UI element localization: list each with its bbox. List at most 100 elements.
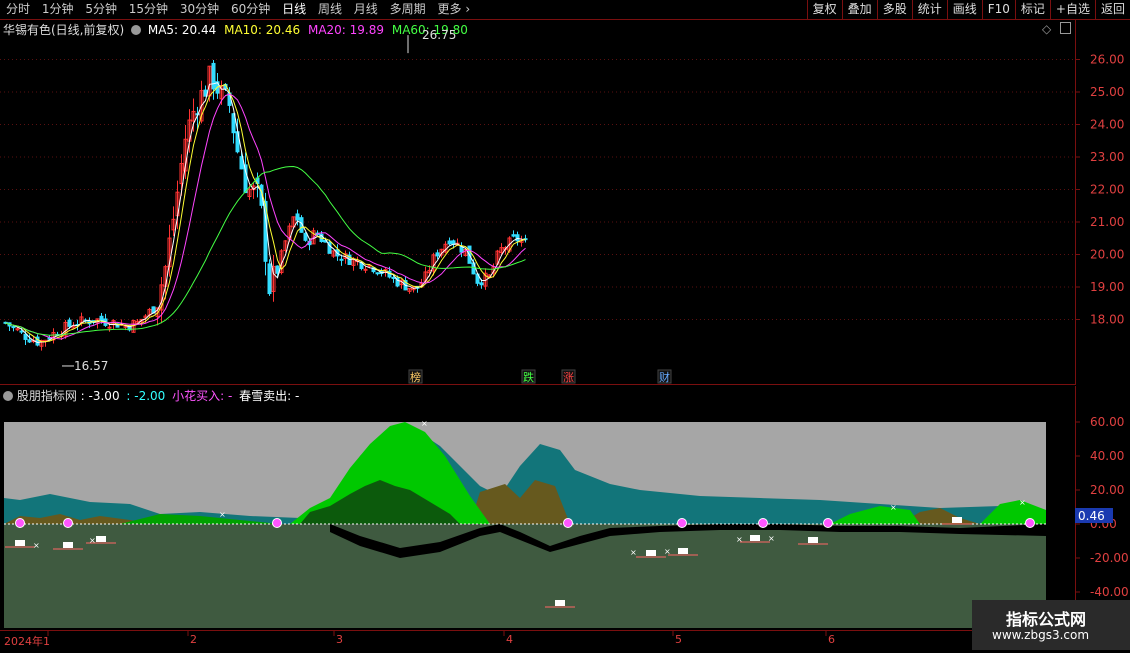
price-panel: 26.00 25.00 24.00 23.00 22.00 21.00 20.00 19.00… bbox=[0, 20, 1130, 385]
x-marker: × bbox=[219, 510, 226, 519]
candle-body bbox=[99, 315, 104, 322]
indicator-axis-label: 60.00 bbox=[1090, 415, 1124, 429]
indicator-axis-label: 20.00 bbox=[1090, 483, 1124, 497]
x-marker: × bbox=[768, 534, 775, 543]
sell-block-marker bbox=[750, 535, 760, 541]
tab-weekly[interactable]: 周线 bbox=[318, 1, 342, 18]
buy-flower-marker bbox=[823, 518, 833, 528]
candle-body bbox=[23, 333, 28, 340]
buy-flower-marker bbox=[272, 518, 282, 528]
x-marker: × bbox=[89, 536, 96, 545]
candle-body bbox=[27, 339, 32, 343]
buy-flower-marker bbox=[758, 518, 768, 528]
candle-body bbox=[375, 272, 380, 275]
x-marker: × bbox=[630, 548, 637, 557]
x-marker: × bbox=[1019, 498, 1026, 507]
high-price-label: 26.75 bbox=[422, 28, 456, 42]
x-marker: × bbox=[33, 541, 40, 550]
timeframe-tabs: 分时 1分钟 5分钟 15分钟 30分钟 60分钟 日线 周线 月线 多周期 更… bbox=[6, 1, 478, 18]
x-marker: × bbox=[664, 547, 671, 556]
x-marker: × bbox=[890, 503, 897, 512]
price-axis-label: 22.00 bbox=[1090, 183, 1124, 197]
tab-15min[interactable]: 15分钟 bbox=[129, 1, 168, 18]
price-axis-label: 25.00 bbox=[1090, 85, 1124, 99]
tab-daily[interactable]: 日线 bbox=[282, 1, 306, 18]
candle-body bbox=[275, 265, 280, 274]
tab-1min[interactable]: 1分钟 bbox=[42, 1, 74, 18]
indicator-panel: × × × × × × × × × × 60.00 40.00 20.00 0.00 -20.00 -40.0… bbox=[0, 386, 1130, 630]
date-label-jun: 6 bbox=[828, 633, 835, 646]
tab-60min[interactable]: 60分钟 bbox=[231, 1, 270, 18]
event-tag-3: 财 bbox=[659, 370, 670, 384]
tab-more-label: 更多 bbox=[437, 2, 462, 16]
x-marker: × bbox=[736, 535, 743, 544]
sell-block-marker bbox=[96, 536, 106, 542]
candle-body bbox=[19, 330, 24, 333]
sell-block-marker bbox=[63, 542, 73, 548]
tab-5min[interactable]: 5分钟 bbox=[85, 1, 117, 18]
tab-fenshi[interactable]: 分时 bbox=[6, 1, 30, 18]
sell-block-marker bbox=[678, 548, 688, 554]
candle-body bbox=[267, 263, 272, 295]
buy-flower-marker bbox=[1025, 518, 1035, 528]
indicator-axis-label: -20.00 bbox=[1090, 551, 1129, 565]
buy-flower-marker bbox=[563, 518, 573, 528]
candle-body bbox=[363, 268, 368, 271]
stats-button[interactable]: 统计 bbox=[911, 0, 947, 19]
sell-block-marker bbox=[555, 600, 565, 606]
candle-body bbox=[67, 319, 72, 327]
candle-body bbox=[447, 240, 452, 245]
price-axis-label: 19.00 bbox=[1090, 280, 1124, 294]
indicator-axis-label: 40.00 bbox=[1090, 449, 1124, 463]
x-marker: × bbox=[421, 419, 428, 428]
watermark-title: 指标公式网 bbox=[1006, 610, 1087, 629]
sell-block-marker bbox=[646, 550, 656, 556]
date-axis: 2024年1 2 3 4 5 6 bbox=[0, 630, 1130, 650]
low-price-label: 16.57 bbox=[74, 359, 108, 373]
add-watchlist-button[interactable]: +自选 bbox=[1049, 0, 1095, 19]
sell-block-marker bbox=[952, 517, 962, 523]
f10-button[interactable]: F10 bbox=[981, 0, 1015, 19]
date-label-mar: 3 bbox=[336, 633, 343, 646]
back-button[interactable]: 返回 bbox=[1094, 0, 1130, 19]
candle-body bbox=[295, 213, 300, 221]
candle-body bbox=[339, 258, 344, 261]
price-axis-label: 20.00 bbox=[1090, 248, 1124, 262]
mark-button[interactable]: 标记 bbox=[1014, 0, 1050, 19]
candle-body bbox=[303, 232, 308, 241]
event-tag-1: 跌 bbox=[523, 370, 534, 384]
indicator-axis-label: -40.00 bbox=[1090, 585, 1129, 599]
date-label-jan: 2024年1 bbox=[4, 635, 50, 648]
multi-stock-button[interactable]: 多股 bbox=[876, 0, 912, 19]
sell-block-marker bbox=[15, 540, 25, 546]
tab-more[interactable]: 更多 › bbox=[437, 1, 470, 18]
fuquan-button[interactable]: 复权 bbox=[806, 0, 842, 19]
tab-monthly[interactable]: 月线 bbox=[354, 1, 378, 18]
indicator-chart: ××××× ×× ×××60.0040.0020.000.00-20.00-40.0… bbox=[4, 386, 1129, 630]
candle-body bbox=[211, 62, 216, 90]
draw-line-button[interactable]: 画线 bbox=[946, 0, 982, 19]
candle-body bbox=[107, 326, 112, 329]
right-tools: 复权 叠加 多股 统计 画线 F10 标记 +自选 返回 bbox=[806, 0, 1130, 19]
tab-30min[interactable]: 30分钟 bbox=[180, 1, 219, 18]
candle-body bbox=[515, 234, 520, 242]
date-axis-svg bbox=[0, 630, 1075, 636]
candlestick-chart: 26.00 25.00 24.00 23.00 22.00 21.00 20.00 19.00… bbox=[0, 20, 1124, 385]
price-axis-label: 23.00 bbox=[1090, 150, 1124, 164]
buy-flower-marker bbox=[677, 518, 687, 528]
price-axis-label: 24.00 bbox=[1090, 118, 1124, 132]
candle-body bbox=[511, 234, 516, 237]
date-label-apr: 4 bbox=[506, 633, 513, 646]
watermark-logo: 指标公式网 www.zbgs3.com bbox=[972, 600, 1130, 650]
top-toolbar: 分时 1分钟 5分钟 15分钟 30分钟 60分钟 日线 周线 月线 多周期 更… bbox=[0, 0, 1130, 20]
event-tag-0: 榜 bbox=[410, 370, 421, 384]
current-value-label: 0.46 bbox=[1078, 509, 1105, 523]
tab-multi-period[interactable]: 多周期 bbox=[390, 1, 426, 18]
price-axis-label: 26.00 bbox=[1090, 53, 1124, 67]
candle-body bbox=[391, 276, 396, 279]
candle-body bbox=[11, 326, 16, 329]
price-axis-label: 18.00 bbox=[1090, 313, 1124, 327]
overlay-button[interactable]: 叠加 bbox=[841, 0, 877, 19]
sell-block-marker bbox=[808, 537, 818, 543]
buy-flower-marker bbox=[15, 518, 25, 528]
